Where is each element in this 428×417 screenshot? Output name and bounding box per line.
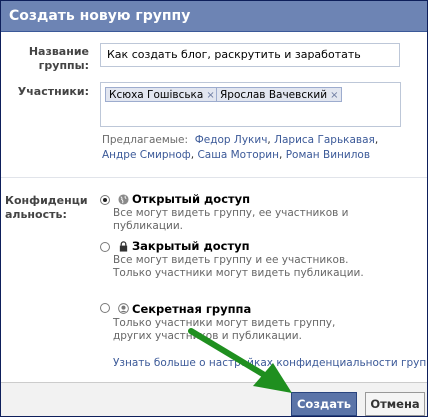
privacy-option-title[interactable]: Закрытый доступ — [132, 239, 250, 253]
privacy-option-desc: Все могут видеть группу, ее участников и… — [113, 207, 349, 232]
privacy-radio-open[interactable] — [100, 195, 110, 205]
section-divider — [1, 177, 427, 178]
group-name-label: Название группы: — [28, 45, 89, 72]
suggested-friend-link[interactable]: Федор Лукич — [195, 134, 268, 146]
dialog-title: Создать новую группу — [1, 1, 427, 32]
privacy-radio-closed[interactable] — [100, 242, 110, 252]
lock-icon — [119, 241, 128, 252]
suggested-friend-link[interactable]: Андре Смирноф — [102, 149, 191, 161]
suggested-row-1: Предлагаемые: Федор Лукич, Лариса Гарька… — [102, 134, 379, 146]
privacy-option-desc: Все могут видеть группу и ее участников.… — [113, 254, 364, 279]
suggested-label: Предлагаемые: — [102, 134, 189, 146]
member-token-label: Ксюха Гошівська — [109, 89, 204, 101]
members-input[interactable]: Ксюха Гошівська × Ярослав Вачевский × — [100, 82, 401, 127]
privacy-label: Конфиденциальность: — [5, 194, 88, 221]
remove-token-icon[interactable]: × — [330, 90, 338, 101]
secret-icon — [118, 303, 129, 314]
member-token: Ксюха Гошівська × — [105, 87, 219, 102]
cancel-button[interactable]: Отмена — [365, 392, 425, 416]
create-button[interactable]: Создать — [291, 392, 357, 416]
dialog-footer — [1, 382, 427, 416]
member-token: Ярослав Вачевский × — [216, 87, 343, 102]
suggested-row-2: Андре Смирноф, Саша Моторин, Роман Винил… — [102, 149, 371, 161]
privacy-option-title[interactable]: Открытый доступ — [132, 192, 250, 206]
privacy-radio-secret[interactable] — [100, 303, 110, 313]
members-label: Участники: — [17, 85, 89, 98]
suggested-friend-link[interactable]: Лариса Гарькавая — [274, 134, 375, 146]
learn-more-privacy-link[interactable]: Узнать больше о настройках конфиденциаль… — [113, 357, 427, 369]
privacy-option-desc: Только участники могут видеть группу, др… — [113, 317, 336, 342]
member-token-label: Ярослав Вачевский — [220, 89, 328, 101]
group-name-input[interactable]: Как создать блог, раскрутить и заработат… — [100, 43, 400, 67]
remove-token-icon[interactable]: × — [206, 90, 214, 101]
create-group-dialog: Создать новую группу Название группы: Ка… — [0, 0, 428, 417]
suggested-friend-link[interactable]: Саша Моторин — [197, 149, 279, 161]
privacy-option-title[interactable]: Секретная группа — [132, 302, 251, 316]
globe-icon — [118, 194, 129, 205]
suggested-friend-link[interactable]: Роман Винилов — [286, 149, 370, 161]
